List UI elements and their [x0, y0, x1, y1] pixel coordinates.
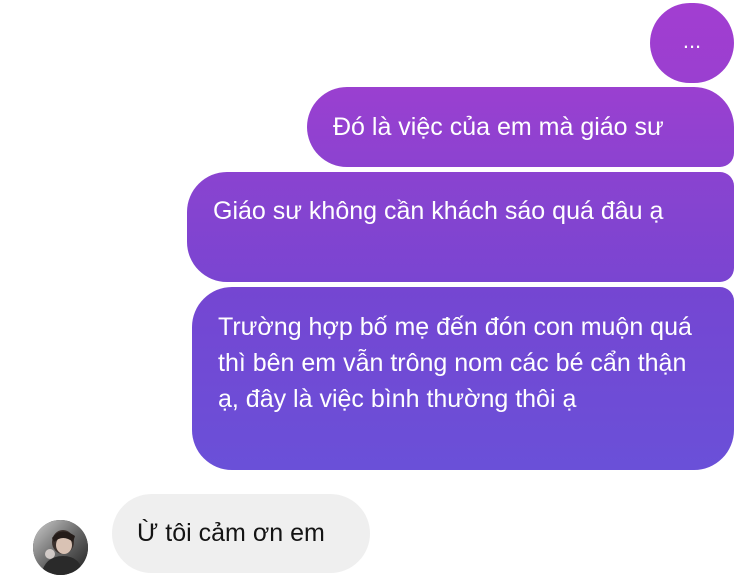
chat-thread: ... Đó là việc của em mà giáo sư Giáo sư… — [0, 0, 750, 586]
profile-photo-icon — [33, 520, 88, 575]
message-bubble-sent[interactable]: ... — [650, 3, 734, 83]
message-text: Đó là việc của em mà giáo sư — [333, 113, 664, 141]
message-bubble-sent[interactable]: Giáo sư không cần khách sáo quá đâu ạ — [187, 172, 734, 282]
message-bubble-received[interactable]: Ừ tôi cảm ơn em — [112, 494, 370, 573]
message-bubble-sent[interactable]: Đó là việc của em mà giáo sư — [307, 87, 734, 167]
message-text: Trường hợp bố mẹ đến đón con muộn quá th… — [218, 313, 692, 413]
message-text: ... — [682, 28, 702, 53]
contact-avatar[interactable] — [33, 520, 88, 575]
message-text: Ừ tôi cảm ơn em — [137, 519, 325, 547]
message-text: Giáo sư không cần khách sáo quá đâu ạ — [213, 197, 664, 225]
message-bubble-sent[interactable]: Trường hợp bố mẹ đến đón con muộn quá th… — [192, 287, 734, 470]
